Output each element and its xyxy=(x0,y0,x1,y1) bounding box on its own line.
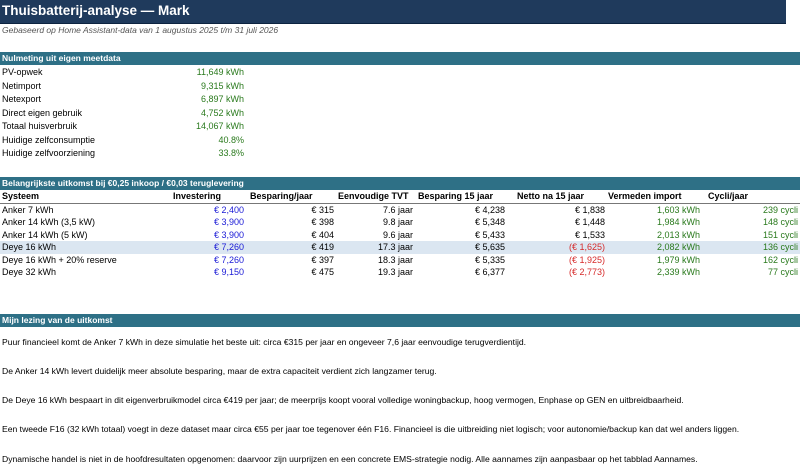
cell-investering: € 3,900 xyxy=(213,217,244,227)
column-header-systeem: Systeem xyxy=(2,191,40,201)
cell-besparing-jaar: € 404 xyxy=(311,229,334,240)
table-row: Anker 7 kWh € 2,400 € 315 7.6 jaar € 4,238 € … xyxy=(0,204,800,217)
metric-value: 11,649 kWh xyxy=(196,67,244,77)
column-header-cycli: Cycli/jaar xyxy=(708,191,749,201)
column-header-besparing-15: Besparing 15 jaar xyxy=(418,191,494,201)
metric-row: Netexport 6,897 kWh xyxy=(0,93,250,106)
cell-tvt: 9.8 jaar xyxy=(382,217,413,227)
metric-label: Totaal huisverbruik xyxy=(2,121,78,131)
cell-besparing-15: € 6,377 xyxy=(474,267,505,277)
cell-netto-15: (€ 1,925) xyxy=(568,254,605,265)
cell-besparing-jaar: € 315 xyxy=(311,204,334,215)
cell-besparing-jaar: € 475 xyxy=(311,267,334,277)
cell-investering: € 9,150 xyxy=(213,267,244,277)
cell-besparing-jaar: € 419 xyxy=(311,242,334,252)
metric-value: 9,315 kWh xyxy=(200,80,244,91)
cell-besparing-15: € 5,635 xyxy=(474,242,505,252)
cell-tvt: 18.3 jaar xyxy=(377,254,413,265)
cell-vermeden-import: 2,339 kWh xyxy=(656,267,700,277)
cell-cycli: 148 cycli xyxy=(762,217,798,227)
cell-tvt: 19.3 jaar xyxy=(377,267,413,277)
cell-investering: € 3,900 xyxy=(213,229,244,240)
results-table-body: Anker 7 kWh € 2,400 € 315 7.6 jaar € 4,238 € … xyxy=(0,204,800,279)
cell-vermeden-import: 1,984 kWh xyxy=(656,217,700,227)
metric-value: 4,752 kWh xyxy=(200,107,244,118)
cell-vermeden-import: 1,979 kWh xyxy=(656,254,700,265)
cell-besparing-15: € 5,348 xyxy=(474,217,505,227)
metric-row: Netimport 9,315 kWh xyxy=(0,80,250,93)
cell-besparing-jaar: € 398 xyxy=(311,217,334,227)
metric-row: PV-opwek 11,649 kWh xyxy=(0,66,250,79)
cell-netto-15: (€ 2,773) xyxy=(568,267,605,277)
cell-systeem: Anker 14 kWh (5 kW) xyxy=(2,229,88,240)
cell-cycli: 151 cycli xyxy=(762,229,798,240)
table-row: Anker 14 kWh (3,5 kW) € 3,900 € 398 9.8 jaa… xyxy=(0,216,800,229)
cell-netto-15: (€ 1,625) xyxy=(568,242,605,252)
cell-systeem: Deye 16 kWh + 20% reserve xyxy=(2,254,117,265)
cell-netto-15: € 1,838 xyxy=(574,204,605,215)
results-section-header: Belangrijkste uitkomst bij €0,25 inkoop … xyxy=(0,177,800,190)
sheet-subtitle: Gebaseerd op Home Assistant-data van 1 a… xyxy=(2,25,279,35)
cell-vermeden-import: 2,082 kWh xyxy=(656,242,700,252)
cell-netto-15: € 1,448 xyxy=(574,217,605,227)
column-header-vermeden-import: Vermeden import xyxy=(608,191,682,201)
cell-besparing-jaar: € 397 xyxy=(311,254,334,265)
cell-cycli: 77 cycli xyxy=(767,267,798,277)
metric-label: Huidige zelfvoorziening xyxy=(2,148,96,158)
metric-row: Direct eigen gebruik 4,752 kWh xyxy=(0,107,250,120)
results-table: Systeem Investering Besparing/jaar Eenvo… xyxy=(0,190,800,279)
metric-value: 40.8% xyxy=(218,134,244,145)
metric-label: PV-opwek xyxy=(2,67,43,77)
results-table-header: Systeem Investering Besparing/jaar Eenvo… xyxy=(0,190,800,204)
metric-label: Direct eigen gebruik xyxy=(2,107,83,118)
cell-cycli: 239 cycli xyxy=(762,204,798,215)
cell-investering: € 7,260 xyxy=(213,242,244,252)
metric-value: 6,897 kWh xyxy=(200,94,244,104)
metric-row: Huidige zelfvoorziening 33.8% xyxy=(0,147,250,160)
cell-tvt: 7.6 jaar xyxy=(382,204,413,215)
table-row: Deye 16 kWh + 20% reserve € 7,260 € 397 18.… xyxy=(0,254,800,267)
interpretation-paragraph: De Deye 16 kWh bespaart in dit eigenverb… xyxy=(2,395,684,405)
column-header-besparing-jaar: Besparing/jaar xyxy=(250,191,313,201)
column-header-netto-15: Netto na 15 jaar xyxy=(517,191,585,201)
column-header-tvt: Eenvoudige TVT xyxy=(338,191,409,201)
measurement-section-header: Nulmeting uit eigen meetdata xyxy=(0,52,800,65)
metric-value: 14,067 kWh xyxy=(195,121,244,131)
cell-besparing-15: € 4,238 xyxy=(474,204,505,215)
cell-systeem: Deye 16 kWh xyxy=(2,242,57,252)
metric-value: 33.8% xyxy=(218,148,244,158)
metric-label: Huidige zelfconsumptie xyxy=(2,134,96,145)
cell-systeem: Deye 32 kWh xyxy=(2,267,57,277)
cell-investering: € 7,260 xyxy=(213,254,244,265)
table-row: Deye 16 kWh € 7,260 € 419 17.3 jaar € 5,635 (… xyxy=(0,241,800,254)
column-header-investering: Investering xyxy=(173,191,222,201)
cell-vermeden-import: 1,603 kWh xyxy=(656,204,700,215)
cell-tvt: 17.3 jaar xyxy=(377,242,413,252)
metric-row: Totaal huisverbruik 14,067 kWh xyxy=(0,120,250,133)
metric-row: Huidige zelfconsumptie 40.8% xyxy=(0,134,250,147)
metric-label: Netimport xyxy=(2,80,42,91)
cell-systeem: Anker 14 kWh (3,5 kW) xyxy=(2,217,96,227)
cell-tvt: 9.6 jaar xyxy=(382,229,413,240)
interpretation-paragraph: Puur financieel komt de Anker 7 kWh in d… xyxy=(2,337,527,347)
cell-cycli: 136 cycli xyxy=(762,242,798,252)
metric-label: Netexport xyxy=(2,94,42,104)
cell-netto-15: € 1,533 xyxy=(574,229,605,240)
table-row: Anker 14 kWh (5 kW) € 3,900 € 404 9.6 jaar €… xyxy=(0,229,800,242)
cell-vermeden-import: 2,013 kWh xyxy=(656,229,700,240)
cell-besparing-15: € 5,335 xyxy=(474,254,505,265)
cell-besparing-15: € 5,433 xyxy=(474,229,505,240)
cell-cycli: 162 cycli xyxy=(762,254,798,265)
interpretation-paragraph: De Anker 14 kWh levert duidelijk meer ab… xyxy=(2,366,437,376)
cell-investering: € 2,400 xyxy=(213,204,244,215)
interpretation-paragraph: Een tweede F16 (32 kWh totaal) voegt in … xyxy=(2,424,740,434)
interpretation-section-header: Mijn lezing van de uitkomst xyxy=(0,314,800,327)
table-row: Deye 32 kWh € 9,150 € 475 19.3 jaar € 6,377 (… xyxy=(0,266,800,279)
cell-systeem: Anker 7 kWh xyxy=(2,204,54,215)
sheet-title: Thuisbatterij-analyse — Mark xyxy=(0,0,786,24)
